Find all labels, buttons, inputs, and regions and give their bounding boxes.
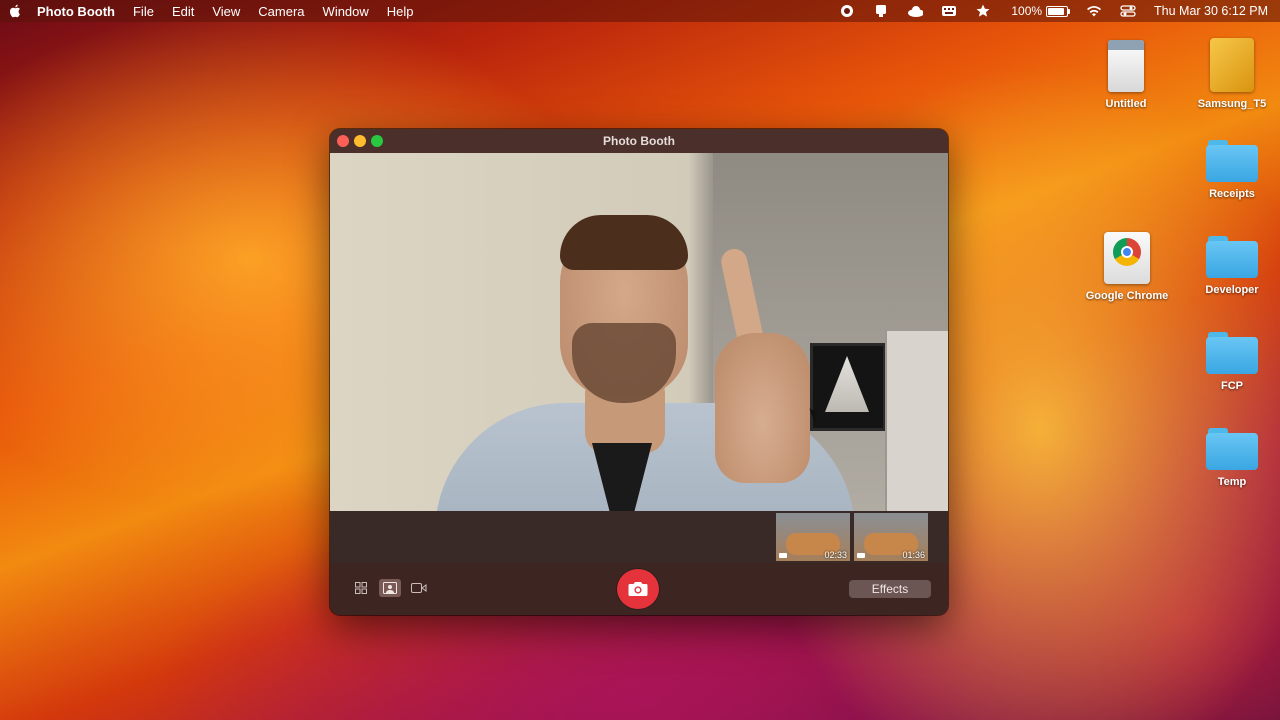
wall-picture <box>810 343 886 431</box>
menu-edit[interactable]: Edit <box>172 4 194 19</box>
minimize-window-button[interactable] <box>354 135 366 147</box>
keyboard-icon[interactable] <box>941 4 957 18</box>
door <box>885 331 948 511</box>
desktop-icon-samsung-t5[interactable]: Samsung_T5 <box>1182 38 1280 110</box>
four-up-mode-button[interactable] <box>350 579 372 597</box>
menu-help[interactable]: Help <box>387 4 414 19</box>
cloud-icon[interactable] <box>907 4 924 18</box>
photo-booth-window: Photo Booth 02:33 01:36 Effects <box>330 129 948 615</box>
desktop-icon-label: Untitled <box>1105 98 1147 110</box>
video-thumbnail[interactable]: 01:36 <box>854 513 928 561</box>
grid-icon <box>355 582 367 594</box>
menu-camera[interactable]: Camera <box>258 4 304 19</box>
chrome-icon <box>1104 232 1150 284</box>
camera-icon <box>628 582 648 596</box>
desktop-icon-label: FCP <box>1221 380 1243 392</box>
menu-window[interactable]: Window <box>323 4 369 19</box>
desktop-icon-untitled[interactable]: Untitled <box>1076 40 1176 110</box>
camera-preview <box>330 153 948 511</box>
folder-icon <box>1206 428 1258 470</box>
desktop-icon-temp[interactable]: Temp <box>1182 428 1280 488</box>
desktop-icon-label: Developer <box>1205 284 1259 296</box>
desktop-icon-fcp[interactable]: FCP <box>1182 332 1280 392</box>
battery-percent: 100% <box>1011 4 1043 18</box>
folder-icon <box>1206 236 1258 278</box>
external-drive-icon <box>1210 38 1254 92</box>
folder-icon <box>1206 140 1258 182</box>
hardware-icon[interactable] <box>873 4 889 18</box>
effects-button[interactable]: Effects <box>849 580 931 598</box>
desktop-icon-label: Samsung_T5 <box>1197 98 1267 110</box>
desktop-icon-label: Receipts <box>1209 188 1255 200</box>
desktop-icon-label: Temp <box>1217 476 1247 488</box>
menu-file[interactable]: File <box>133 4 154 19</box>
status-area: 100% Thu Mar 30 6:12 PM <box>821 0 1268 22</box>
menu-clock[interactable]: Thu Mar 30 6:12 PM <box>1154 4 1268 18</box>
desktop-icon-google-chrome[interactable]: Google Chrome <box>1077 232 1177 302</box>
photo-icon <box>383 582 397 594</box>
desktop-icon-label: Google Chrome <box>1085 290 1169 302</box>
star-icon[interactable] <box>975 4 991 18</box>
close-window-button[interactable] <box>337 135 349 147</box>
battery-fill <box>1048 7 1065 15</box>
control-bar: Effects <box>330 563 948 615</box>
desktop-icon-developer[interactable]: Developer <box>1182 236 1280 296</box>
menu-bar: Photo Booth File Edit View Camera Window… <box>0 0 1280 22</box>
drive-icon <box>1108 40 1144 92</box>
take-photo-button[interactable] <box>617 569 659 609</box>
window-title: Photo Booth <box>603 134 675 148</box>
battery-icon[interactable] <box>1046 5 1071 17</box>
apple-menu-icon[interactable] <box>8 0 22 22</box>
video-icon <box>857 553 865 558</box>
single-photo-mode-button[interactable] <box>379 579 401 597</box>
thumbnail-duration: 02:33 <box>824 550 847 560</box>
title-bar[interactable]: Photo Booth <box>330 129 948 153</box>
wifi-icon[interactable] <box>1086 4 1102 18</box>
desktop-icon-receipts[interactable]: Receipts <box>1182 140 1280 200</box>
app-menu[interactable]: Photo Booth <box>37 4 115 19</box>
thumbnail-strip: 02:33 01:36 <box>330 511 948 563</box>
zoom-window-button[interactable] <box>371 135 383 147</box>
control-center-icon[interactable] <box>1120 4 1136 18</box>
thumbnail-duration: 01:36 <box>902 550 925 560</box>
raised-hand <box>715 333 810 483</box>
video-camera-icon <box>411 583 427 593</box>
video-thumbnail[interactable]: 02:33 <box>776 513 850 561</box>
video-mode-button[interactable] <box>408 579 430 597</box>
menu-view[interactable]: View <box>212 4 240 19</box>
record-icon[interactable] <box>839 4 855 18</box>
folder-icon <box>1206 332 1258 374</box>
video-icon <box>779 553 787 558</box>
